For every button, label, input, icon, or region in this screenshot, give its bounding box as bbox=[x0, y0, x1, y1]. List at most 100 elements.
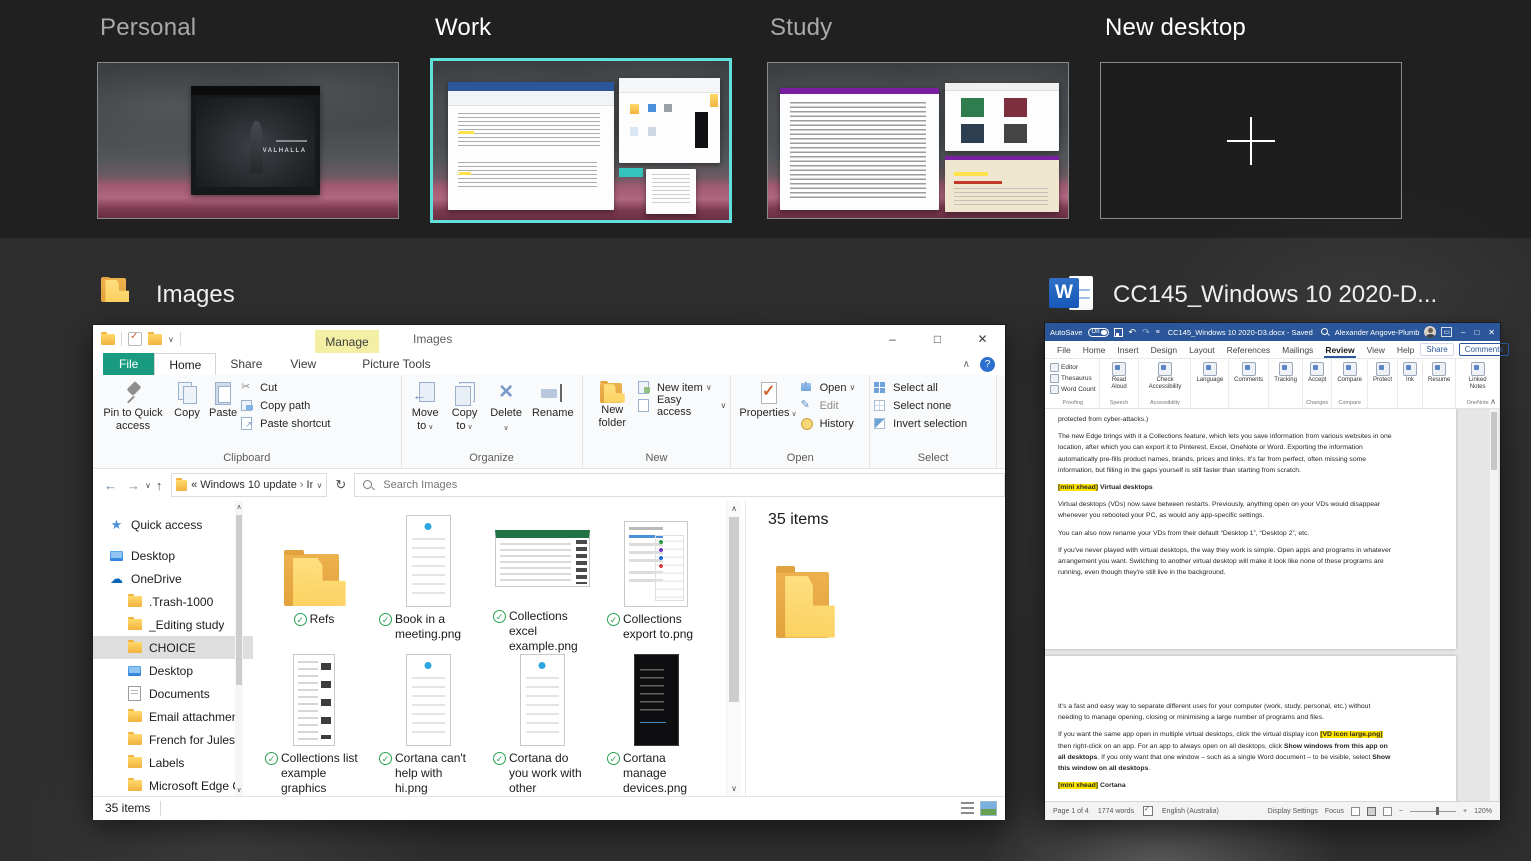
word-tab-references[interactable]: References bbox=[1221, 341, 1276, 358]
scroll-up-icon[interactable]: ∧ bbox=[727, 504, 741, 513]
address-caret-icon[interactable]: ∨ bbox=[317, 481, 323, 490]
file-item-cortana-can-t-help-with-hi-png[interactable]: ✓Cortana can't help with hi.png bbox=[375, 654, 481, 794]
help-button[interactable]: ? bbox=[980, 357, 995, 372]
file-item-cortana-manage-devices-png[interactable]: ✓Cortana manage devices.png bbox=[603, 654, 709, 794]
undo-icon[interactable]: ↶ bbox=[1129, 327, 1137, 338]
nav-item-editing-study[interactable]: _Editing study bbox=[93, 613, 253, 636]
file-item-collections-list-example-graphics-cards-png[interactable]: ✓Collections list example graphics cards… bbox=[261, 654, 367, 794]
word-window-header-title[interactable]: CC145_Windows 10 2020-D... bbox=[1113, 281, 1437, 309]
minimize-button[interactable]: – bbox=[870, 325, 915, 353]
desktop-label-personal[interactable]: Personal bbox=[100, 14, 196, 42]
word-tab-help[interactable]: Help bbox=[1391, 341, 1420, 358]
tracking-button[interactable]: Tracking bbox=[1272, 361, 1299, 385]
explorer-window-header-title[interactable]: Images bbox=[156, 281, 235, 309]
file-area-scrollbar[interactable]: ∧ ∨ bbox=[726, 501, 741, 796]
word-tab-design[interactable]: Design bbox=[1145, 341, 1183, 358]
close-button[interactable]: ✕ bbox=[1488, 328, 1495, 337]
file-item-refs[interactable]: ✓Refs bbox=[261, 514, 367, 654]
display-settings-button[interactable]: Display Settings bbox=[1268, 808, 1318, 815]
invert-selection-button[interactable]: Invert selection bbox=[874, 416, 967, 431]
scroll-down-icon[interactable]: ∨ bbox=[727, 784, 741, 793]
ink-button[interactable]: Ink bbox=[1401, 361, 1419, 385]
breadcrumb-path[interactable]: «Windows 10 update›Images› bbox=[191, 479, 312, 491]
word-tab-layout[interactable]: Layout bbox=[1183, 341, 1221, 358]
language-button[interactable]: Language bbox=[1194, 361, 1225, 385]
desktop-thumbnail-study[interactable] bbox=[767, 62, 1069, 219]
proofing-status-icon[interactable] bbox=[1143, 806, 1153, 816]
nav-item-labels[interactable]: Labels bbox=[93, 751, 253, 774]
word-tab-insert[interactable]: Insert bbox=[1111, 341, 1144, 358]
select-all-button[interactable]: Select all bbox=[874, 380, 967, 395]
collapse-ribbon-icon[interactable]: ∧ bbox=[1490, 397, 1496, 406]
nav-item-email-attachment[interactable]: Email attachment bbox=[93, 705, 253, 728]
large-icons-view-button[interactable] bbox=[980, 801, 997, 816]
autosave-toggle[interactable]: On bbox=[1088, 328, 1109, 337]
pin-to-quick-access-button[interactable]: Pin to Quick access bbox=[97, 377, 169, 434]
read-mode-icon[interactable] bbox=[1351, 807, 1360, 816]
resume-button[interactable]: Resume bbox=[1426, 361, 1452, 385]
file-item-collections-excel-example-png[interactable]: ✓Collections excel example.png bbox=[489, 514, 595, 654]
nav-item-desktop[interactable]: Desktop bbox=[93, 659, 253, 682]
easy-access-button[interactable]: Easy access∨ bbox=[638, 398, 726, 413]
word-tab-view[interactable]: View bbox=[1361, 341, 1391, 358]
read-aloud-button[interactable]: Read Aloud bbox=[1103, 361, 1136, 391]
protect-button[interactable]: Protect bbox=[1371, 361, 1394, 385]
nav-item-desktop[interactable]: Desktop bbox=[93, 544, 253, 567]
minimize-button[interactable]: – bbox=[1461, 328, 1465, 337]
page-indicator[interactable]: Page 1 of 4 bbox=[1053, 808, 1089, 815]
document-scrollbar[interactable] bbox=[1490, 409, 1498, 801]
search-input[interactable] bbox=[381, 478, 997, 492]
open-button[interactable]: Open∨ bbox=[801, 380, 856, 395]
copy-to-button[interactable]: Copy to bbox=[445, 377, 484, 435]
maximize-button[interactable]: □ bbox=[915, 325, 960, 353]
file-item-collections-export-to-png[interactable]: ✓Collections export to.png bbox=[603, 514, 709, 654]
tab-share[interactable]: Share bbox=[216, 353, 276, 375]
new-desktop-label[interactable]: New desktop bbox=[1105, 14, 1246, 42]
select-none-button[interactable]: Select none bbox=[874, 398, 967, 413]
share-button[interactable]: Share bbox=[1420, 343, 1453, 356]
nav-item-documents[interactable]: Documents bbox=[93, 682, 253, 705]
print-layout-icon[interactable] bbox=[1367, 807, 1376, 816]
nav-item-french-for-jules[interactable]: French for Jules bbox=[93, 728, 253, 751]
breadcrumb[interactable]: «Windows 10 update›Images› ∨ bbox=[171, 473, 327, 497]
tab-home[interactable]: Home bbox=[154, 353, 216, 375]
delete-button[interactable]: × Delete bbox=[484, 377, 528, 436]
search-box[interactable] bbox=[354, 473, 1005, 497]
new-desktop-button[interactable] bbox=[1100, 62, 1402, 219]
paste-button[interactable]: Paste bbox=[205, 377, 241, 421]
nav-item-quick-access[interactable]: ★Quick access bbox=[93, 513, 253, 536]
word-tab-file[interactable]: File bbox=[1051, 341, 1077, 358]
manage-contextual-tab[interactable]: Manage bbox=[315, 330, 379, 353]
minimize-ribbon-icon[interactable]: ∧ bbox=[963, 359, 970, 370]
save-icon[interactable] bbox=[1114, 328, 1123, 337]
breadcrumb-chevron-icon[interactable]: › bbox=[300, 479, 304, 491]
search-icon[interactable] bbox=[1321, 328, 1330, 337]
cut-button[interactable]: Cut bbox=[241, 380, 330, 395]
maximize-button[interactable]: □ bbox=[1474, 328, 1479, 337]
nav-item-trash-1000[interactable]: .Trash-1000 bbox=[93, 590, 253, 613]
scrollbar-thumb[interactable] bbox=[236, 515, 242, 685]
accept-button[interactable]: Accept bbox=[1306, 361, 1328, 385]
up-button[interactable]: ↑ bbox=[151, 478, 168, 493]
zoom-slider[interactable] bbox=[1410, 811, 1456, 812]
language-indicator[interactable]: English (Australia) bbox=[1162, 808, 1219, 815]
properties-qat-icon[interactable] bbox=[128, 332, 142, 346]
scroll-down-icon[interactable]: ∨ bbox=[235, 786, 243, 794]
word-tab-review[interactable]: Review bbox=[1319, 341, 1360, 358]
linked-notes-button[interactable]: Linked Notes bbox=[1459, 361, 1496, 391]
desktop-thumbnail-work[interactable] bbox=[430, 58, 732, 223]
rename-button[interactable]: Rename bbox=[528, 377, 578, 421]
customize-qat-caret-icon[interactable]: ∨ bbox=[168, 335, 174, 344]
check-accessibility-button[interactable]: Check Accessibility bbox=[1142, 361, 1187, 391]
edit-button[interactable]: Edit bbox=[801, 398, 856, 413]
focus-button[interactable]: Focus bbox=[1325, 808, 1344, 815]
scrollbar-thumb[interactable] bbox=[1491, 412, 1497, 470]
word-tab-mailings[interactable]: Mailings bbox=[1276, 341, 1319, 358]
nav-pane-scrollbar[interactable]: ∧ ∨ bbox=[235, 501, 243, 796]
file-item-cortana-do-you-work-with-other-services-png[interactable]: ✓Cortana do you work with other services… bbox=[489, 654, 595, 794]
new-folder-button[interactable]: New folder bbox=[587, 377, 638, 431]
word-count-button[interactable]: Word Count bbox=[1050, 385, 1096, 394]
zoom-level[interactable]: 120% bbox=[1474, 808, 1492, 815]
tab-view[interactable]: View bbox=[276, 353, 330, 375]
scroll-up-icon[interactable]: ∧ bbox=[235, 503, 243, 511]
